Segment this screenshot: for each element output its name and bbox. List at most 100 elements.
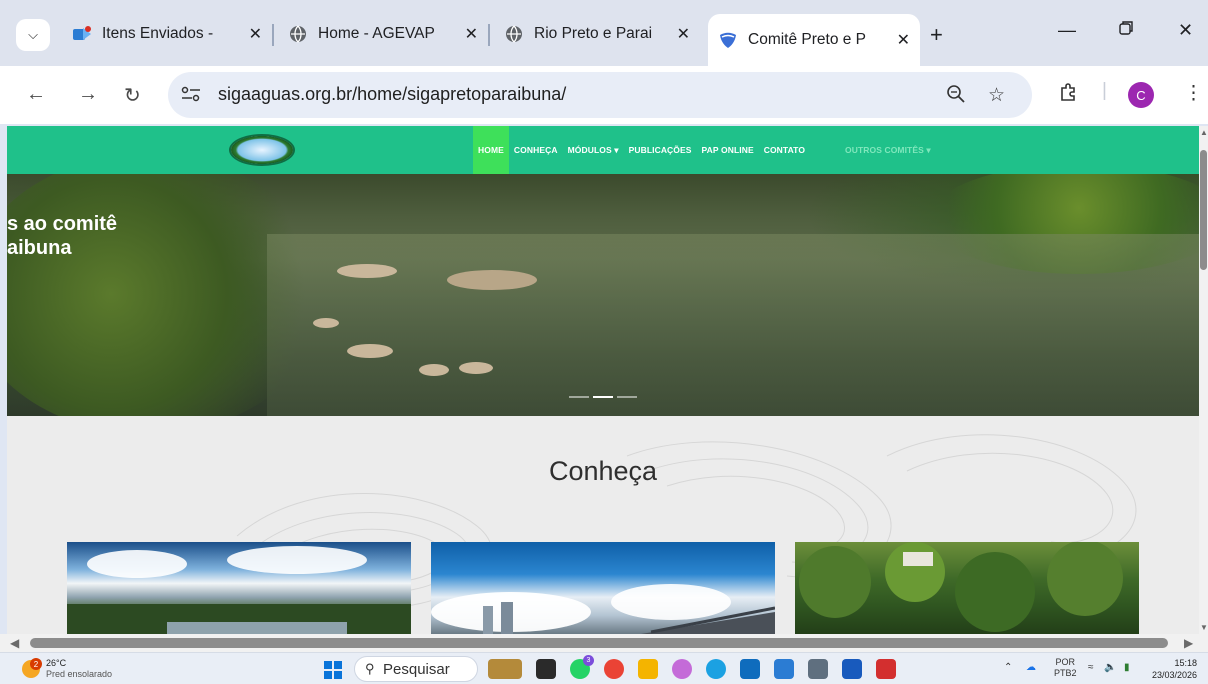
carousel-indicators	[569, 396, 637, 398]
hero-heading-line: s ao comitê	[7, 213, 118, 235]
wifi-icon[interactable]: ≈	[1088, 662, 1094, 673]
menu-home[interactable]: HOME	[473, 126, 509, 174]
menu-publicacoes[interactable]: PUBLICAÇÕES	[624, 126, 697, 174]
tab-home-agevap[interactable]: Home - AGEVAP ✕	[278, 14, 490, 54]
carousel-dot[interactable]	[617, 396, 637, 398]
chrome-icon[interactable]	[604, 659, 624, 679]
new-tab-button[interactable]: +	[930, 22, 943, 48]
conheca-section: Conheça	[7, 416, 1199, 634]
widgets-icon[interactable]	[488, 659, 522, 679]
section-title: Conheça	[548, 456, 658, 486]
edge-icon[interactable]	[706, 659, 726, 679]
back-button[interactable]: ←	[26, 83, 46, 106]
vertical-scroll-thumb[interactable]	[1200, 150, 1207, 270]
tab-search-button[interactable]: ⌵	[16, 19, 50, 51]
globe-icon	[288, 24, 308, 44]
reload-button[interactable]: ↻	[124, 83, 141, 108]
battery-icon[interactable]: ▮	[1124, 662, 1130, 673]
hero-rock	[337, 264, 397, 278]
file-explorer-icon[interactable]	[638, 659, 658, 679]
weather-alert-badge: 2	[30, 658, 42, 670]
outlook-taskbar-icon[interactable]	[774, 659, 794, 679]
menu-modulos[interactable]: MÓDULOS ▾	[563, 126, 624, 174]
whatsapp-icon[interactable]: 3	[570, 655, 594, 679]
copilot-icon[interactable]	[672, 659, 692, 679]
extensions-icon[interactable]	[1058, 82, 1078, 108]
horizontal-scrollbar[interactable]: ◀ ▶	[0, 634, 1208, 652]
scroll-up-arrow-icon[interactable]: ▲	[1200, 128, 1208, 137]
chevron-down-icon: ⌵	[28, 27, 38, 42]
forest-image	[799, 542, 1123, 632]
system-clock[interactable]: 15:18 23/03/2026	[1152, 657, 1197, 681]
carousel-dot-active[interactable]	[593, 396, 613, 398]
hero-rock	[419, 364, 449, 376]
bookmark-star-icon[interactable]: ☆	[988, 84, 1005, 107]
zoom-icon[interactable]	[946, 84, 966, 110]
url-text[interactable]: sigaaguas.org.br/home/sigapretoparaibuna…	[218, 84, 566, 105]
weather-temperature: 26°C	[46, 658, 67, 668]
globe-icon	[504, 24, 524, 44]
clock-time: 15:18	[1174, 658, 1198, 668]
forward-button[interactable]: →	[78, 83, 98, 106]
vertical-scrollbar[interactable]: ▲ ▼	[1199, 126, 1208, 634]
menu-conheca[interactable]: CONHEÇA	[509, 126, 563, 174]
tab-title: Comitê Preto e P	[748, 31, 867, 48]
window-close-button[interactable]: ✕	[1178, 20, 1193, 41]
clock-date: 23/03/2026	[1152, 670, 1198, 680]
volume-icon[interactable]: 🔈	[1104, 662, 1116, 673]
store-icon[interactable]	[740, 659, 760, 679]
scroll-right-arrow-icon[interactable]: ▶	[1184, 636, 1193, 650]
shield-icon	[718, 30, 738, 50]
calculator-icon[interactable]	[808, 659, 828, 679]
tab-title: Rio Preto e Parai	[534, 25, 653, 42]
minimize-button[interactable]: —	[1058, 20, 1076, 41]
restore-icon	[1119, 21, 1133, 35]
restore-button[interactable]	[1118, 20, 1134, 41]
close-tab-icon[interactable]: ✕	[465, 24, 478, 44]
conheca-card-image[interactable]	[795, 542, 1139, 634]
tab-comite-preto[interactable]: Comitê Preto e P ✕	[708, 14, 920, 66]
onedrive-icon[interactable]: ☁	[1026, 662, 1036, 673]
tab-itens-enviados[interactable]: Itens Enviados - ✕	[62, 14, 274, 54]
scroll-down-arrow-icon[interactable]: ▼	[1200, 623, 1208, 632]
scroll-left-arrow-icon[interactable]: ◀	[10, 636, 19, 650]
acrobat-icon[interactable]	[876, 659, 896, 679]
close-tab-icon[interactable]: ✕	[897, 30, 910, 50]
whatsapp-badge: 3	[583, 655, 594, 666]
committee-logo[interactable]	[229, 134, 295, 166]
horizontal-scroll-thumb[interactable]	[30, 638, 1168, 648]
toolbar-divider: |	[1102, 80, 1107, 101]
keyboard-layout: PTB2	[1054, 668, 1077, 678]
hero-rock	[459, 362, 493, 374]
weather-widget[interactable]: 2 26°C Pred ensolarado	[22, 658, 142, 682]
hero-carousel[interactable]: s ao comitê aibuna	[7, 174, 1199, 416]
hero-rock	[447, 270, 537, 290]
hero-rock	[347, 344, 393, 358]
more-menu-icon[interactable]: ⋮	[1184, 82, 1203, 105]
taskbar-search[interactable]: ⚲ Pesquisar	[354, 656, 478, 682]
input-language[interactable]: POR PTB2	[1054, 657, 1077, 679]
page-viewport: HOME CONHEÇA MÓDULOS ▾ PUBLICAÇÕES PAP O…	[7, 126, 1199, 634]
menu-contato[interactable]: CONTATO	[759, 126, 810, 174]
tab-title: Itens Enviados -	[102, 25, 214, 42]
menu-outros-comites[interactable]: OUTROS COMITÊS ▾	[840, 126, 936, 174]
close-tab-icon[interactable]: ✕	[249, 24, 262, 44]
tray-overflow-icon[interactable]: ⌃	[1004, 662, 1012, 673]
taskbar: 2 26°C Pred ensolarado ⚲ Pesquisar 3 ⌃ ☁…	[0, 652, 1208, 684]
task-view-icon[interactable]	[536, 659, 556, 679]
menu-pap-online[interactable]: PAP ONLINE	[697, 126, 759, 174]
site-info-icon[interactable]	[180, 84, 204, 106]
browser-toolbar: ← → ↻ sigaaguas.org.br/home/sigapretopar…	[0, 66, 1208, 124]
language-code: POR	[1055, 657, 1076, 667]
word-icon[interactable]	[842, 659, 862, 679]
outlook-icon	[72, 24, 92, 44]
conheca-card-image[interactable]	[67, 542, 411, 634]
address-bar[interactable]: sigaaguas.org.br/home/sigapretoparaibuna…	[168, 72, 1032, 118]
conheca-card-image[interactable]	[431, 542, 775, 634]
carousel-dot[interactable]	[569, 396, 589, 398]
windows-start-icon[interactable]	[324, 661, 342, 679]
close-tab-icon[interactable]: ✕	[677, 24, 690, 44]
hero-heading-line: aibuna	[7, 237, 72, 259]
profile-avatar[interactable]: C	[1128, 82, 1154, 108]
tab-rio-preto[interactable]: Rio Preto e Parai ✕	[494, 14, 700, 54]
